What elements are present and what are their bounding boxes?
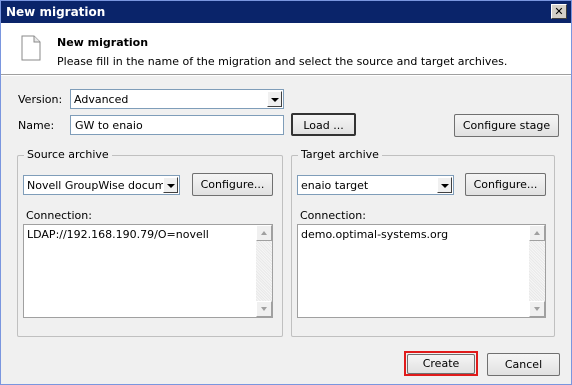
target-connection-label: Connection: <box>300 209 366 222</box>
source-connection-label: Connection: <box>26 209 92 222</box>
target-configure-button[interactable]: Configure... <box>465 173 546 196</box>
configure-stage-button[interactable]: Configure stage <box>454 114 559 137</box>
name-input[interactable]: GW to enaio <box>70 115 284 135</box>
scroll-down-icon[interactable] <box>529 301 545 317</box>
version-select[interactable]: Advanced <box>70 89 284 109</box>
scroll-up-icon[interactable] <box>529 225 545 241</box>
target-configure-label: Configure... <box>473 178 538 191</box>
scroll-down-icon[interactable] <box>256 301 272 317</box>
header-divider <box>1 74 571 76</box>
version-label: Version: <box>18 93 63 106</box>
scroll-up-icon[interactable] <box>256 225 272 241</box>
source-connection-field[interactable]: LDAP://192.168.190.79/O=novell <box>23 224 273 318</box>
chevron-down-icon[interactable] <box>267 91 282 107</box>
source-archive-value: Novell GroupWise docume <box>27 179 163 192</box>
cancel-button[interactable]: Cancel <box>487 353 560 376</box>
load-button-label: Load ... <box>303 119 344 132</box>
chevron-down-icon[interactable] <box>163 177 178 193</box>
header-title: New migration <box>57 36 149 49</box>
version-select-value: Advanced <box>74 93 129 106</box>
source-archive-select[interactable]: Novell GroupWise docume <box>23 175 180 195</box>
header-subtitle: Please fill in the name of the migration… <box>57 55 508 68</box>
configure-stage-label: Configure stage <box>462 119 551 132</box>
scrollbar[interactable] <box>256 225 272 317</box>
target-connection-value: demo.optimal-systems.org <box>301 228 449 241</box>
target-archive-select[interactable]: enaio target <box>297 175 454 195</box>
scrollbar[interactable] <box>529 225 545 317</box>
dialog-header: New migration Please fill in the name of… <box>1 23 571 74</box>
create-button-highlight <box>404 351 478 376</box>
source-connection-value: LDAP://192.168.190.79/O=novell <box>27 228 209 241</box>
new-migration-dialog: New migration ✕ New migration Please fil… <box>0 0 572 385</box>
target-archive-value: enaio target <box>301 179 369 192</box>
load-button[interactable]: Load ... <box>291 113 356 136</box>
target-archive-title: Target archive <box>298 148 382 161</box>
name-label: Name: <box>18 119 55 132</box>
target-connection-field[interactable]: demo.optimal-systems.org <box>297 224 546 318</box>
cancel-button-label: Cancel <box>504 358 543 371</box>
source-archive-title: Source archive <box>24 148 112 161</box>
source-configure-button[interactable]: Configure... <box>192 173 273 196</box>
source-configure-label: Configure... <box>200 178 265 191</box>
chevron-down-icon[interactable] <box>437 177 452 193</box>
document-icon <box>21 35 41 61</box>
close-icon[interactable]: ✕ <box>551 4 567 19</box>
window-title: New migration <box>6 5 106 19</box>
title-bar[interactable]: New migration ✕ <box>1 1 571 23</box>
